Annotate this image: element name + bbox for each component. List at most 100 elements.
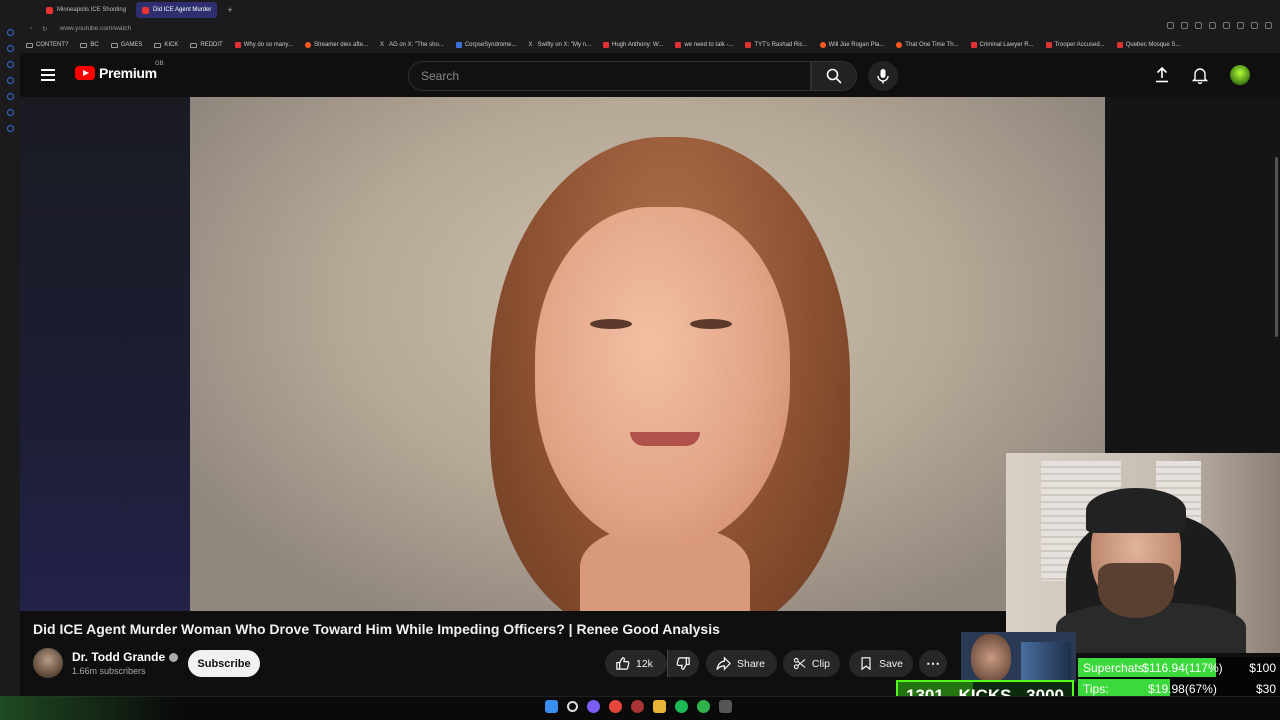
bookmark-label: AG on X: "The sho...	[389, 42, 444, 48]
subscriber-count: 1.66m subscribers	[72, 666, 146, 676]
search-button[interactable]	[811, 61, 857, 91]
page-scrollbar[interactable]	[1275, 157, 1278, 337]
heart-icon[interactable]	[1237, 22, 1244, 29]
play-icon[interactable]	[1223, 22, 1230, 29]
youtube-header: Premium GB	[20, 53, 1280, 97]
account-avatar[interactable]	[1230, 65, 1250, 85]
bookmark-item[interactable]: Trooper Accused...	[1045, 42, 1105, 48]
back-icon[interactable]: ‹	[30, 25, 32, 33]
bookmark-item[interactable]: CorpseSyndrome...	[455, 42, 517, 48]
logo-text: Premium	[99, 65, 157, 81]
goal-label: Tips:	[1083, 681, 1109, 696]
windows-start-icon[interactable]	[545, 700, 558, 713]
bookmark-item[interactable]: BC	[80, 42, 99, 48]
bookmark-item[interactable]: Criminal Lawyer R...	[970, 42, 1034, 48]
bookmark-item[interactable]: X Swifty on X: "My n...	[529, 42, 591, 48]
taskbar-widget-glow	[0, 696, 180, 720]
bookmark-item[interactable]: KICK	[154, 42, 178, 48]
video-frame-face	[535, 207, 790, 547]
youtube-icon	[745, 42, 752, 48]
new-tab-button[interactable]: +	[221, 2, 238, 18]
sidebar-app-icon[interactable]	[6, 125, 14, 132]
bookmark-item[interactable]: Streamer dies afte...	[304, 42, 368, 48]
sidebar-app-icon[interactable]	[6, 61, 14, 68]
reload-icon[interactable]: ↻	[42, 25, 47, 33]
taskbar-app-icon[interactable]	[719, 700, 732, 713]
hamburger-menu-icon[interactable]	[41, 69, 55, 81]
bookmark-label: Trooper Accused...	[1054, 42, 1105, 48]
opera-app-icon[interactable]	[631, 700, 644, 713]
bookmark-item[interactable]: REDDIT	[190, 42, 223, 48]
bookmark-item[interactable]: GAMES	[110, 42, 143, 48]
dislike-button[interactable]	[667, 650, 699, 677]
microphone-icon	[877, 69, 889, 84]
browser-app-icon[interactable]	[609, 700, 622, 713]
bookmark-item[interactable]: Quebec Mosque S...	[1116, 42, 1180, 48]
save-button[interactable]: Save	[849, 650, 913, 677]
bookmark-label: Streamer dies afte...	[313, 42, 368, 48]
voice-search-button[interactable]	[868, 61, 898, 91]
taskbar-app-icon[interactable]	[587, 700, 600, 713]
youtube-icon	[142, 6, 150, 14]
url-text[interactable]: www.youtube.com/watch	[60, 25, 132, 32]
channel-name-row[interactable]: Dr. Todd Grande	[72, 650, 179, 664]
video-preview-thumbnail	[961, 632, 1076, 682]
tab-minneapolis[interactable]: Minneapolis ICE Shooting	[40, 2, 132, 18]
browser-toolbar-icons	[1167, 22, 1272, 29]
menu-icon[interactable]	[1265, 22, 1272, 29]
sidebar-app-icon[interactable]	[6, 109, 14, 116]
save-label: Save	[879, 657, 903, 670]
video-side-panel	[20, 97, 190, 611]
youtube-icon	[603, 42, 610, 48]
sidebar-app-icon[interactable]	[6, 93, 14, 100]
video-player[interactable]	[190, 97, 1105, 611]
bookmark-icon[interactable]	[1181, 22, 1188, 29]
sidebar-app-icon[interactable]	[6, 77, 14, 84]
bookmark-label: Swifty on X: "My n...	[537, 42, 592, 48]
bookmark-item[interactable]: Will Joe Rogan Pla...	[819, 42, 884, 48]
youtube-icon	[234, 42, 241, 48]
channel-avatar[interactable]	[33, 648, 63, 678]
search-input[interactable]	[409, 62, 810, 90]
folder-icon	[190, 42, 198, 48]
bookmark-item[interactable]: Hugh Anthony: W...	[603, 42, 663, 48]
streamer-webcam	[1006, 453, 1280, 653]
bookmark-label: CorpseSyndrome...	[464, 42, 517, 48]
zoom-icon[interactable]	[1167, 22, 1174, 29]
upload-icon[interactable]	[1154, 67, 1170, 83]
address-bar[interactable]: ‹ ↻ www.youtube.com/watch	[0, 20, 1280, 37]
more-actions-button[interactable]: ⋯	[919, 650, 947, 677]
download-icon[interactable]	[1251, 22, 1258, 29]
tab-active-video[interactable]: Did ICE Agent Murder	[136, 2, 218, 18]
bookmark-item[interactable]: Why do so many...	[234, 42, 293, 48]
clip-button[interactable]: Clip	[783, 650, 840, 677]
verified-badge-icon	[169, 653, 179, 663]
share-button[interactable]: Share	[706, 650, 777, 677]
bookmark-item[interactable]: That One Time Th...	[896, 42, 959, 48]
taskbar-search-icon[interactable]	[567, 701, 578, 712]
bookmark-save-icon	[861, 657, 871, 671]
goal-row: Superchats: $116.94(117%) $100	[1078, 657, 1280, 678]
channel-name[interactable]: Dr. Todd Grande	[72, 650, 165, 664]
extension-icon[interactable]	[1195, 22, 1202, 29]
bookmark-label: CONTENT?	[36, 42, 69, 48]
bookmark-item[interactable]: X AG on X: "The sho...	[380, 42, 444, 48]
bookmark-item[interactable]: we need to talk -...	[675, 42, 733, 48]
sidebar-app-icon[interactable]	[6, 45, 14, 52]
xbox-icon[interactable]	[697, 700, 710, 713]
youtube-premium-logo[interactable]: Premium GB	[75, 61, 164, 81]
shield-icon[interactable]	[1209, 22, 1216, 29]
bookmark-label: GAMES	[120, 42, 143, 48]
sidebar-app-icon[interactable]	[6, 29, 14, 36]
like-button[interactable]: 12k	[605, 650, 667, 677]
bookmarks-bar: CONTENT? BC GAMES KICK REDDIT Why do so many.…	[20, 37, 1280, 53]
header-actions	[1154, 65, 1250, 85]
file-explorer-icon[interactable]	[653, 700, 666, 713]
bookmark-item[interactable]: CONTENT?	[26, 42, 68, 48]
notifications-bell-icon[interactable]	[1192, 67, 1208, 84]
youtube-icon	[970, 42, 977, 48]
spotify-icon[interactable]	[675, 700, 688, 713]
bookmark-label: BC	[90, 42, 99, 48]
subscribe-button[interactable]: Subscribe	[188, 650, 260, 677]
bookmark-item[interactable]: TYT's Rashad Ric...	[745, 42, 808, 48]
